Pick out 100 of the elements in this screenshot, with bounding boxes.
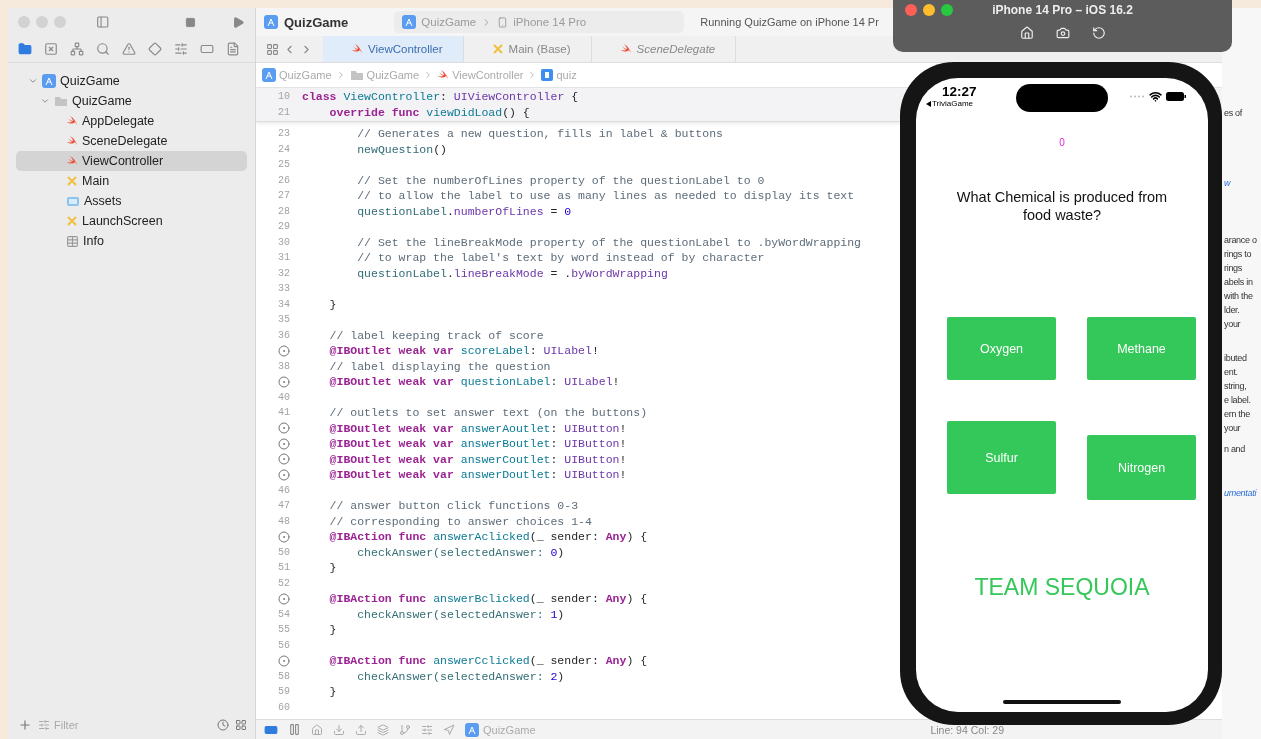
run-icon[interactable] xyxy=(232,14,245,30)
wifi-icon xyxy=(1149,89,1162,103)
navigator-item[interactable]: LaunchScreen xyxy=(16,211,247,231)
line-number: 41 xyxy=(277,407,290,419)
view-debugger-icon[interactable] xyxy=(377,723,389,736)
editor-tab[interactable]: ViewController xyxy=(323,36,464,62)
line-number: 56 xyxy=(277,639,290,651)
outlet-connection-icon[interactable] xyxy=(278,530,290,543)
location-icon[interactable] xyxy=(443,723,455,736)
recent-files-icon[interactable] xyxy=(217,719,229,731)
breadcrumb-item[interactable]: ViewController xyxy=(437,69,524,81)
inspector-text: e label. xyxy=(1224,394,1252,407)
report-icon[interactable] xyxy=(226,42,240,56)
diamond-icon[interactable] xyxy=(148,42,162,56)
window-minimize-button[interactable] xyxy=(923,4,935,16)
home-icon[interactable] xyxy=(1019,26,1034,40)
code-line: // to wrap the label's text by word instead of by character xyxy=(356,251,765,265)
inspector-text: your xyxy=(1224,422,1242,435)
code-line: // Set the numberOfLines property of the questionLabel to 0 xyxy=(356,173,765,187)
chevron-down-icon[interactable] xyxy=(28,76,38,86)
back-triangle-icon xyxy=(926,100,931,107)
line-number: 23 xyxy=(277,128,290,140)
stop-icon[interactable] xyxy=(185,15,197,29)
cursor-position: Line: 94 Col: 29 xyxy=(930,723,1004,736)
add-icon[interactable] xyxy=(18,718,32,732)
code-line: // Set the lineBreakMode property of the questionLabel to .byWordWrapping xyxy=(356,235,861,249)
code-line: @IBAction func answerCclicked(_ sender: Any) { xyxy=(328,654,648,668)
grid-icon[interactable] xyxy=(235,719,247,731)
navigator-item[interactable]: SceneDelegate xyxy=(16,131,247,151)
question-label: What Chemical is produced from food waste? xyxy=(955,188,1169,224)
line-number: 10 xyxy=(277,91,290,103)
line-number: 46 xyxy=(277,484,290,496)
code-line: @IBOutlet weak var answerAoutlet: UIButton! xyxy=(328,421,627,435)
navigator-item[interactable]: AppDelegate xyxy=(16,111,247,131)
code-line: @IBOutlet weak var answerBoutlet: UIButton! xyxy=(328,437,627,451)
navigator-item[interactable]: QuizGame xyxy=(16,71,247,91)
hierarchy-icon[interactable] xyxy=(70,42,84,56)
editor-tab[interactable]: Main (Base) xyxy=(463,36,592,62)
outlet-connection-icon[interactable] xyxy=(278,422,290,435)
inspector-link[interactable]: w xyxy=(1224,176,1261,190)
code-line: // label keeping track of score xyxy=(328,328,544,342)
inspector-text: rings xyxy=(1224,262,1243,275)
inspector-text: lder. xyxy=(1224,304,1241,317)
code-line: questionLabel.lineBreakMode = .byWordWrapping xyxy=(356,266,668,280)
outlet-connection-icon[interactable] xyxy=(278,453,290,466)
search-icon[interactable] xyxy=(96,42,110,56)
line-number: 25 xyxy=(277,159,290,171)
code-line: // label displaying the question xyxy=(328,359,551,373)
phone-icon xyxy=(497,16,509,28)
code-line: @IBOutlet weak var answerDoutlet: UIButton! xyxy=(328,468,627,482)
outlet-connection-icon[interactable] xyxy=(278,468,290,481)
property-list-icon xyxy=(66,234,79,248)
outlet-connection-icon[interactable] xyxy=(278,654,290,667)
outlet-connection-icon[interactable] xyxy=(278,344,290,357)
line-number: 26 xyxy=(277,174,290,186)
outlet-connection-icon[interactable] xyxy=(278,592,290,605)
home-indicator[interactable] xyxy=(1003,700,1121,704)
inspector-link[interactable]: umentati xyxy=(1224,486,1261,500)
storyboard-file-icon xyxy=(66,215,78,227)
navigator-item[interactable]: QuizGame xyxy=(16,91,247,111)
window-zoom-button[interactable] xyxy=(941,4,953,16)
code-line: checkAnswer(selectedAnswer: 1) xyxy=(356,607,565,621)
project-icon xyxy=(42,74,56,88)
outlet-connection-icon[interactable] xyxy=(278,437,290,450)
window-close-button[interactable] xyxy=(905,4,917,16)
line-number: 47 xyxy=(277,500,290,512)
code-line: @IBAction func answerAclicked(_ sender: Any) { xyxy=(328,530,648,544)
line-number: 36 xyxy=(277,329,290,341)
navigator-item[interactable]: Main xyxy=(16,171,247,191)
navigator-item[interactable]: Assets xyxy=(16,191,247,211)
breadcrumb-item[interactable]: QuizGame xyxy=(349,69,420,81)
chevron-down-icon[interactable] xyxy=(40,96,50,106)
navigator-item[interactable]: ViewController xyxy=(16,151,247,171)
inspector-text: ibuted xyxy=(1224,352,1248,365)
breadcrumb-item[interactable]: quiz xyxy=(541,69,577,81)
warning-icon[interactable] xyxy=(122,42,136,56)
rotate-icon[interactable] xyxy=(1091,26,1106,40)
sidebar-toggle-icon[interactable] xyxy=(96,14,110,30)
back-to-app-link[interactable]: TriviaGame xyxy=(926,99,974,108)
inspector-text: rings to xyxy=(1224,248,1253,261)
battery-icon xyxy=(1166,91,1186,101)
property-icon xyxy=(541,69,554,81)
screenshot-icon[interactable] xyxy=(1055,26,1070,40)
scheme-selector[interactable]: QuizGame iPhone 14 Pro xyxy=(394,11,685,33)
outlet-connection-icon[interactable] xyxy=(278,375,290,388)
storyboard-file-icon xyxy=(66,175,78,187)
code-line: class ViewController: UIViewController { xyxy=(302,90,579,104)
project-icon xyxy=(264,15,278,29)
inspector-text: es of xyxy=(1224,107,1244,120)
pause-icon[interactable] xyxy=(288,723,301,736)
code-line: } xyxy=(328,623,337,637)
inspector-text: n and xyxy=(1224,443,1247,456)
editor-tab[interactable]: SceneDelegate xyxy=(591,36,737,62)
line-number: 54 xyxy=(277,608,290,620)
breadcrumb-item[interactable]: QuizGame xyxy=(262,68,332,82)
folder-icon[interactable] xyxy=(18,42,32,56)
line-number: 30 xyxy=(277,236,290,248)
navigator-item[interactable]: Info xyxy=(16,231,247,251)
grid-icon[interactable] xyxy=(266,42,279,56)
code-line: override func viewDidLoad() { xyxy=(328,105,530,119)
